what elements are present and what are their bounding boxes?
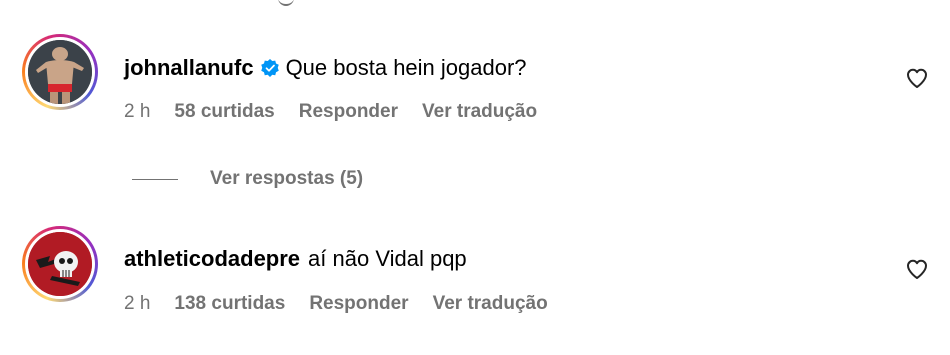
likes-count[interactable]: 138 curtidas — [174, 293, 285, 315]
story-ring[interactable] — [22, 34, 98, 110]
fighter-photo-icon — [28, 40, 92, 104]
comment-body: athleticodadepre aí não Vidal pqp — [124, 245, 467, 273]
replies-divider — [132, 178, 178, 180]
comment-body: johnallanufc Que bosta hein jogador? — [124, 54, 527, 82]
see-translation-button[interactable]: Ver tradução — [433, 293, 548, 315]
avatar[interactable] — [28, 40, 92, 104]
comment-meta: 2 h 58 curtidas Responder Ver tradução — [124, 101, 537, 123]
view-replies-button[interactable]: Ver respostas (5) — [132, 168, 363, 190]
comment-text: Que bosta hein jogador? — [285, 55, 527, 80]
comment-text: aí não Vidal pqp — [308, 246, 467, 271]
see-translation-button[interactable]: Ver tradução — [422, 101, 537, 123]
reply-button[interactable]: Responder — [299, 101, 398, 123]
likes-count[interactable]: 58 curtidas — [174, 101, 274, 123]
verified-badge-icon — [260, 59, 279, 77]
avatar[interactable] — [28, 232, 92, 296]
view-replies-label[interactable]: Ver respostas (5) — [210, 168, 363, 190]
comment-username[interactable]: athleticodadepre — [124, 245, 300, 273]
reply-button[interactable]: Responder — [309, 293, 408, 315]
like-heart-icon[interactable] — [905, 257, 929, 281]
comment-time[interactable]: 2 h — [124, 101, 150, 123]
story-ring[interactable] — [22, 226, 98, 302]
like-heart-icon[interactable] — [905, 66, 929, 90]
comment-time[interactable]: 2 h — [124, 293, 150, 315]
comment-meta: 2 h 138 curtidas Responder Ver tradução — [124, 293, 548, 315]
skull-logo-icon — [28, 232, 92, 296]
comment-username[interactable]: johnallanufc — [124, 54, 254, 82]
collapse-indicator — [278, 0, 294, 6]
